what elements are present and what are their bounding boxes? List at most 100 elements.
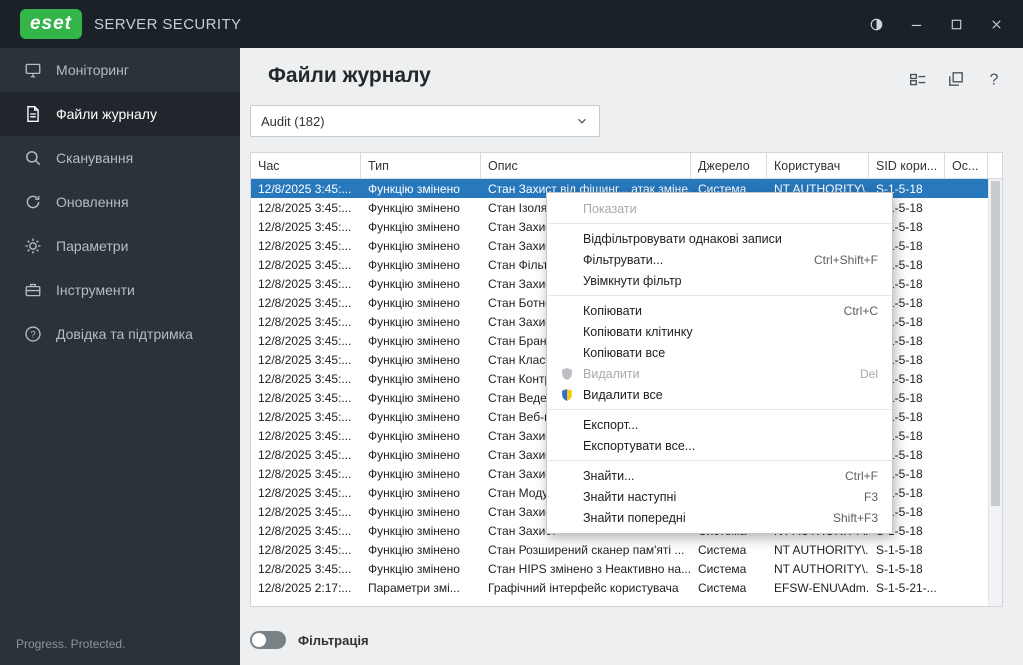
- svg-text:?: ?: [990, 72, 999, 88]
- scrollbar-thumb[interactable]: [991, 181, 1000, 506]
- menu-item[interactable]: Експорт...: [547, 414, 892, 435]
- log-type-dropdown-value: Audit (182): [261, 113, 325, 129]
- menu-icon-empty: [555, 417, 579, 433]
- cell-time: 12/8/2025 3:45:...: [258, 352, 352, 367]
- sidebar-item-monitoring[interactable]: Моніторинг: [0, 48, 240, 92]
- cell-time: 12/8/2025 3:45:...: [258, 466, 352, 481]
- close-button[interactable]: [979, 9, 1013, 39]
- menu-separator: [548, 223, 891, 224]
- uac-shield-icon: [555, 387, 579, 403]
- column-header[interactable]: Джерело: [691, 153, 767, 178]
- menu-item-label: Експортувати все...: [583, 438, 696, 453]
- help-glyph-icon[interactable]: ?: [983, 68, 1005, 90]
- sidebar-menu: Моніторинг Файли журналу Сканування Оновлен…: [0, 48, 240, 356]
- contrast-theme-icon[interactable]: [859, 9, 893, 39]
- sidebar-item-label: Сканування: [56, 150, 134, 166]
- sidebar-item-settings[interactable]: Параметри: [0, 224, 240, 268]
- cell-os: [945, 483, 988, 502]
- cell-sid: S-1-5-18: [876, 561, 923, 576]
- menu-item-label: Видалити: [583, 366, 640, 381]
- cell-type: Функцію змінено: [368, 200, 460, 215]
- context-menu: Показати Відфільтровувати однакові записи…: [546, 192, 893, 534]
- cell-source: Система: [698, 561, 747, 576]
- column-header[interactable]: Опис: [481, 153, 691, 178]
- cell-source: Система: [698, 542, 747, 557]
- column-header[interactable]: SID кори...: [869, 153, 945, 178]
- column-header[interactable]: Час: [251, 153, 361, 178]
- settings-icon: [24, 237, 42, 255]
- column-header[interactable]: Ос...: [945, 153, 988, 178]
- shield-icon: [555, 366, 579, 382]
- cell-os: [945, 274, 988, 293]
- column-header[interactable]: Тип: [361, 153, 481, 178]
- minimize-button[interactable]: [899, 9, 933, 39]
- menu-item-label: Копіювати клітинку: [583, 324, 693, 339]
- menu-item-label: Фільтрувати...: [583, 252, 664, 267]
- cell-type: Функцію змінено: [368, 542, 460, 557]
- cell-time: 12/8/2025 3:45:...: [258, 257, 352, 272]
- sidebar-item-scan[interactable]: Сканування: [0, 136, 240, 180]
- menu-item[interactable]: Знайти... Ctrl+F: [547, 465, 892, 486]
- table-row[interactable]: 12/8/2025 2:17:... Параметри змі... Графіч…: [251, 578, 1002, 597]
- app-window: eset SERVER SECURITY Моніторинг Файли жур…: [0, 0, 1023, 665]
- menu-item-label: Експорт...: [583, 417, 639, 432]
- cell-os: [945, 369, 988, 388]
- column-header[interactable]: Користувач: [767, 153, 869, 178]
- menu-item[interactable]: Фільтрувати... Ctrl+Shift+F: [547, 249, 892, 270]
- menu-item[interactable]: Відфільтровувати однакові записи: [547, 228, 892, 249]
- filter-toggle[interactable]: [250, 631, 286, 649]
- eset-logo-text: eset: [29, 13, 73, 34]
- menu-item[interactable]: Знайти попередні Shift+F3: [547, 507, 892, 528]
- cell-os: [945, 559, 988, 578]
- cell-os: [945, 179, 988, 198]
- menu-item-label: Знайти наступні: [583, 489, 677, 504]
- sidebar-item-update[interactable]: Оновлення: [0, 180, 240, 224]
- cell-desc: Графічний інтерфейс користувача: [488, 580, 679, 595]
- cell-time: 12/8/2025 3:45:...: [258, 333, 352, 348]
- menu-item-label: Знайти попередні: [583, 510, 686, 525]
- menu-item[interactable]: Копіювати клітинку: [547, 321, 892, 342]
- sidebar-item-tools[interactable]: Інструменти: [0, 268, 240, 312]
- columns-icon[interactable]: [907, 68, 929, 90]
- log-type-dropdown[interactable]: Audit (182): [250, 105, 600, 137]
- cell-time: 12/8/2025 3:45:...: [258, 295, 352, 310]
- tools-icon: [24, 281, 42, 299]
- cell-time: 12/8/2025 3:45:...: [258, 238, 352, 253]
- menu-item[interactable]: Експортувати все...: [547, 435, 892, 456]
- cell-type: Функцію змінено: [368, 466, 460, 481]
- menu-item[interactable]: Копіювати все: [547, 342, 892, 363]
- menu-item[interactable]: Копіювати Ctrl+C: [547, 300, 892, 321]
- menu-icon-empty: [555, 231, 579, 247]
- vertical-scrollbar[interactable]: [988, 179, 1002, 606]
- sidebar-item-log-files[interactable]: Файли журналу: [0, 92, 240, 136]
- menu-shortcut: Ctrl+C: [843, 303, 878, 318]
- menu-icon-empty: [555, 273, 579, 289]
- table-row[interactable]: 12/8/2025 3:45:... Функцію змінено Стан HI…: [251, 559, 1002, 578]
- menu-item[interactable]: Увімкнути фільтр: [547, 270, 892, 291]
- menu-separator: [548, 409, 891, 410]
- cell-os: [945, 407, 988, 426]
- cell-os: [945, 217, 988, 236]
- titlebar: eset SERVER SECURITY: [0, 0, 1023, 48]
- help-icon: ?: [24, 325, 42, 343]
- copy-windows-icon[interactable]: [945, 68, 967, 90]
- sidebar-item-label: Файли журналу: [56, 106, 157, 122]
- menu-item[interactable]: Видалити все: [547, 384, 892, 405]
- menu-item: Видалити Del: [547, 363, 892, 384]
- cell-type: Функцію змінено: [368, 409, 460, 424]
- cell-type: Функцію змінено: [368, 219, 460, 234]
- menu-icon-empty: [555, 489, 579, 505]
- cell-type: Параметри змі...: [368, 580, 460, 595]
- cell-os: [945, 198, 988, 217]
- sidebar-item-help-support[interactable]: ? Довідка та підтримка: [0, 312, 240, 356]
- menu-icon-empty: [555, 438, 579, 454]
- cell-time: 12/8/2025 3:45:...: [258, 485, 352, 500]
- table-row[interactable]: 12/8/2025 3:45:... Функцію змінено Стан Ро…: [251, 540, 1002, 559]
- cell-time: 12/8/2025 3:45:...: [258, 447, 352, 462]
- cell-time: 12/8/2025 3:45:...: [258, 504, 352, 519]
- cell-time: 12/8/2025 3:45:...: [258, 181, 352, 196]
- eset-logo: eset: [20, 9, 82, 39]
- cell-time: 12/8/2025 3:45:...: [258, 428, 352, 443]
- menu-item[interactable]: Знайти наступні F3: [547, 486, 892, 507]
- maximize-button[interactable]: [939, 9, 973, 39]
